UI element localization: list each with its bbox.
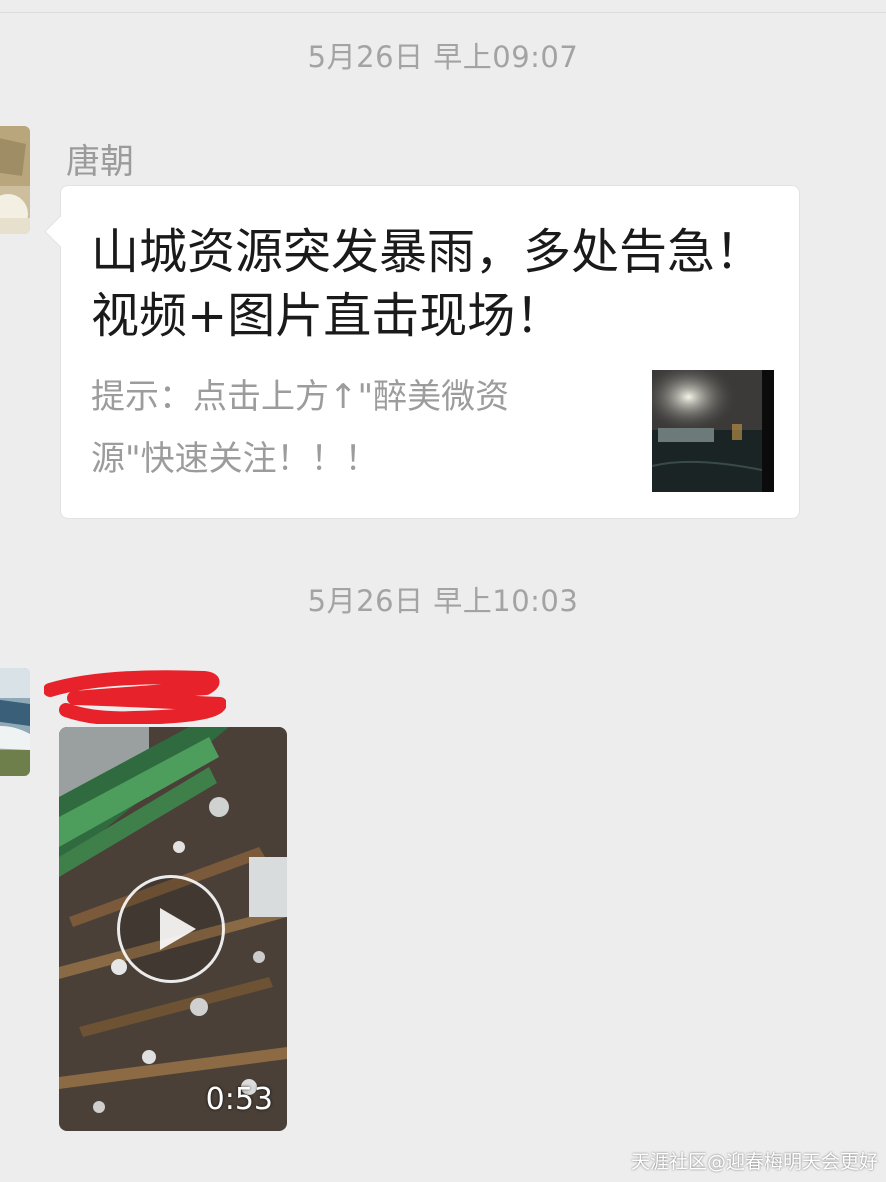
video-message[interactable]: 0:53 [59,727,287,1131]
article-title: 山城资源突发暴雨，多处告急！视频+图片直击现场！ [91,224,764,344]
play-button[interactable] [117,875,225,983]
sender-name: 唐朝 [66,142,134,182]
message-timestamp: 5月26日 早上09:07 [307,40,579,74]
bubble-tail [44,215,77,248]
article-thumbnail [652,370,774,492]
redaction-scribble [43,670,227,726]
message-timestamp: 5月26日 早上10:03 [307,584,579,618]
article-card[interactable]: 山城资源突发暴雨，多处告急！视频+图片直击现场！ 提示：点击上方↑"醉美微资源"… [44,185,800,519]
avatar[interactable] [0,668,30,776]
avatar[interactable] [0,126,30,234]
chat-screen: 5月26日 早上09:07 唐朝 山城资源突发暴雨，多处告急！视频+图片直击现场… [0,0,886,1182]
article-description: 提示：点击上方↑"醉美微资源"快速关注！！！ [91,377,510,479]
top-divider [0,12,886,13]
play-icon [160,908,196,950]
video-duration: 0:53 [205,1082,273,1117]
watermark: 天涯社区@迎春梅明天会更好 [630,1151,878,1173]
